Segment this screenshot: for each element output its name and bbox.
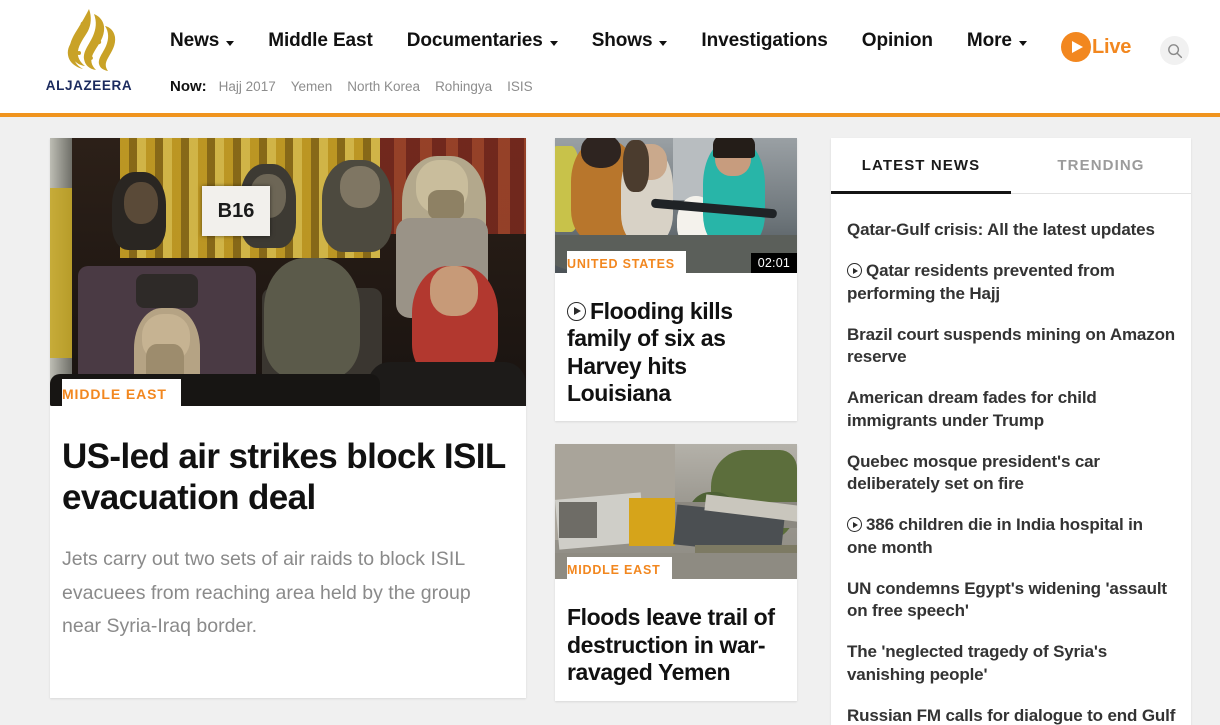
search-icon [1167, 43, 1182, 58]
video-duration-badge: 02:01 [750, 252, 797, 273]
story-kicker[interactable]: MIDDLE EAST [567, 557, 672, 583]
now-topic-rohingya[interactable]: Rohingya [435, 79, 492, 94]
news-rail: LATEST NEWS TRENDING Qatar-Gulf crisis: … [831, 138, 1191, 725]
nav-item-documentaries[interactable]: Documentaries [407, 30, 558, 52]
now-topics-bar: Now: Hajj 2017 Yemen North Korea Rohingy… [170, 78, 533, 95]
aljazeera-calligraphy-logo-icon [67, 9, 116, 71]
story-kicker[interactable]: UNITED STATES [567, 251, 686, 276]
nav-item-news[interactable]: News [170, 30, 235, 52]
now-label: Now: [170, 78, 207, 95]
story-headline[interactable]: Flooding kills family of six as Harvey h… [567, 298, 785, 407]
rail-tabs: LATEST NEWS TRENDING [831, 138, 1191, 194]
now-topic-yemen[interactable]: Yemen [291, 79, 333, 94]
hero-kicker[interactable]: MIDDLE EAST [62, 379, 181, 408]
nav-item-investigations[interactable]: Investigations [701, 30, 827, 52]
nav-item-more[interactable]: More [967, 30, 1027, 52]
chevron-down-icon [659, 40, 668, 46]
nav-label: News [170, 30, 220, 51]
chevron-down-icon [226, 40, 235, 46]
tab-latest-news[interactable]: LATEST NEWS [831, 138, 1011, 194]
nav-label: Middle East [268, 30, 373, 51]
middle-column: 02:01 UNITED STATES Flooding kills famil… [555, 138, 797, 701]
list-item[interactable]: UN condemns Egypt's widening 'assault on… [847, 569, 1177, 633]
now-topic-north-korea[interactable]: North Korea [347, 79, 420, 94]
list-item[interactable]: Qatar residents prevented from performin… [847, 251, 1177, 315]
nav-label: Investigations [701, 30, 828, 51]
nav-item-middle-east[interactable]: Middle East [268, 30, 373, 52]
chevron-down-icon [1018, 40, 1027, 46]
list-item[interactable]: Quebec mosque president's car deliberate… [847, 442, 1177, 506]
hero-text: MIDDLE EAST US-led air strikes block ISI… [50, 379, 526, 644]
now-topic-hajj-2017[interactable]: Hajj 2017 [219, 79, 276, 94]
list-item[interactable]: 386 children die in India hospital in on… [847, 505, 1177, 569]
story-headline[interactable]: Floods leave trail of destruction in war… [567, 604, 785, 686]
nav-label: Shows [591, 30, 653, 51]
hero-headline[interactable]: US-led air strikes block ISIL evacuation… [62, 437, 514, 519]
story-headline-text: Flooding kills family of six as Harvey h… [567, 298, 733, 407]
primary-navigation: News Middle East Documentaries Shows Inv… [170, 30, 1027, 52]
list-item[interactable]: American dream fades for child immigrant… [847, 378, 1177, 442]
list-item-text: Qatar residents prevented from performin… [847, 261, 1115, 303]
site-header: ALJAZEERA News Middle East Documentaries… [0, 0, 1220, 117]
chevron-down-icon [549, 40, 558, 46]
nav-label: Opinion [861, 30, 933, 51]
tab-trending[interactable]: TRENDING [1011, 138, 1191, 193]
play-icon [847, 263, 862, 279]
story-text: UNITED STATES Flooding kills family of s… [555, 251, 797, 407]
hero-image-sign: B16 [202, 186, 270, 236]
play-icon [1061, 32, 1091, 62]
list-item[interactable]: Brazil court suspends mining on Amazon r… [847, 315, 1177, 379]
live-button[interactable]: Live [1061, 32, 1131, 62]
hero-story-card[interactable]: B16 MIDDLE EAST US-led air strikes block… [50, 138, 526, 698]
search-button[interactable] [1160, 36, 1189, 65]
hero-excerpt: Jets carry out two sets of air raids to … [62, 547, 471, 638]
list-item[interactable]: Russian FM calls for dialogue to end Gul… [847, 696, 1177, 725]
content-columns: B16 MIDDLE EAST US-led air strikes block… [0, 138, 1220, 725]
play-icon [847, 517, 862, 533]
nav-item-opinion[interactable]: Opinion [862, 30, 933, 52]
list-item[interactable]: Qatar-Gulf crisis: All the latest update… [847, 210, 1177, 251]
list-item[interactable]: The 'neglected tragedy of Syria's vanish… [847, 632, 1177, 696]
list-item-text: 386 children die in India hospital in on… [847, 515, 1143, 557]
rail-news-list: Qatar-Gulf crisis: All the latest update… [831, 194, 1191, 725]
logo-wordmark: ALJAZEERA [45, 78, 133, 93]
page-content: B16 MIDDLE EAST US-led air strikes block… [0, 117, 1220, 725]
nav-item-shows[interactable]: Shows [592, 30, 668, 52]
site-logo[interactable]: ALJAZEERA [45, 8, 133, 100]
story-card-yemen-floods[interactable]: MIDDLE EAST Floods leave trail of destru… [555, 444, 797, 701]
play-icon [567, 302, 586, 321]
nav-label: More [966, 30, 1012, 51]
story-card-flooding-louisiana[interactable]: 02:01 UNITED STATES Flooding kills famil… [555, 138, 797, 422]
nav-label: Documentaries [406, 30, 543, 51]
live-label: Live [1092, 35, 1132, 58]
hero-image[interactable]: B16 [50, 138, 526, 406]
now-topic-isis[interactable]: ISIS [507, 79, 533, 94]
story-text: MIDDLE EAST Floods leave trail of destru… [555, 557, 797, 686]
